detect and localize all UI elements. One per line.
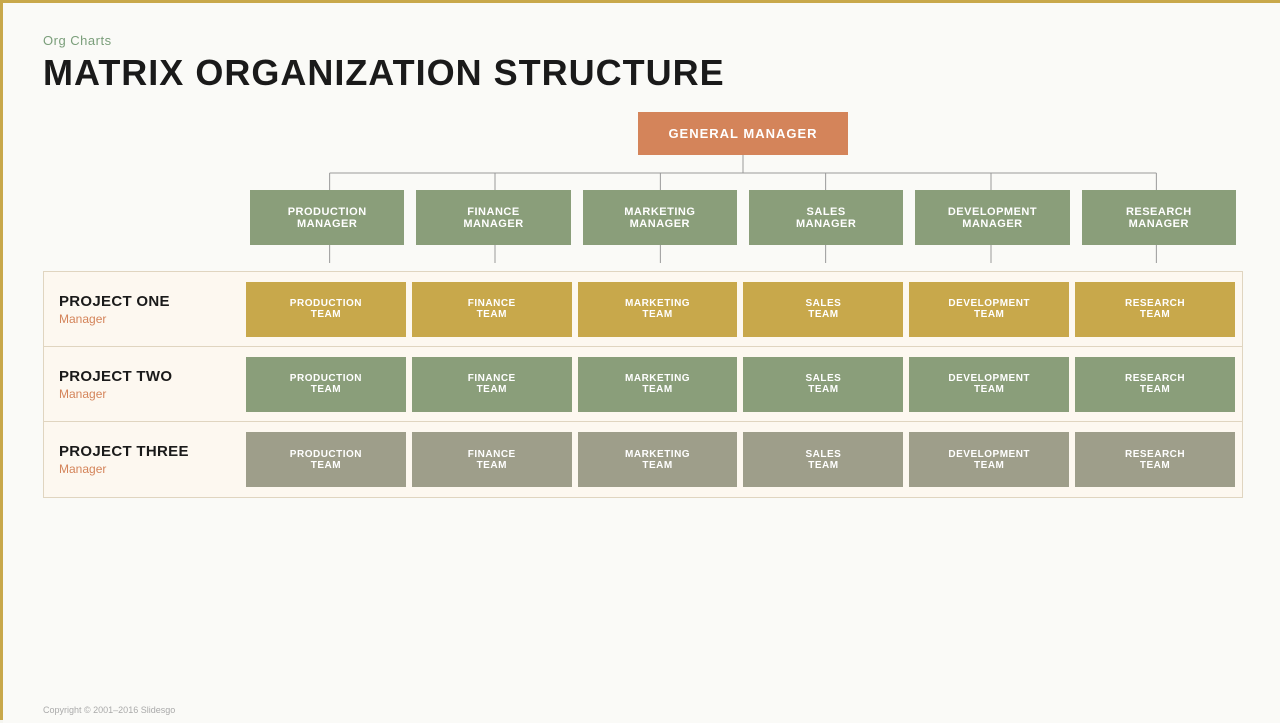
project-one-row: PROJECT ONE Manager PRODUCTIONTEAM FINAN…	[44, 272, 1242, 347]
project-three-sub: Manager	[59, 462, 224, 476]
team-p3-research: RESEARCHTEAM	[1075, 432, 1235, 487]
manager-sales: SALESMANAGER	[749, 190, 903, 245]
project-one-teams: PRODUCTIONTEAM FINANCETEAM MARKETINGTEAM…	[239, 272, 1242, 346]
subtitle: Org Charts	[43, 33, 1243, 48]
project-two-name: PROJECT TWO	[59, 368, 224, 385]
manager-production: PRODUCTIONMANAGER	[250, 190, 404, 245]
team-p1-sales: SALESTEAM	[743, 282, 903, 337]
team-p2-marketing: MARKETINGTEAM	[578, 357, 738, 412]
team-p1-development: DEVELOPMENTTEAM	[909, 282, 1069, 337]
manager-marketing: MARKETINGMANAGER	[583, 190, 737, 245]
team-p2-production: PRODUCTIONTEAM	[246, 357, 406, 412]
project-one-sub: Manager	[59, 312, 224, 326]
project-three-teams: PRODUCTIONTEAM FINANCETEAM MARKETINGTEAM…	[239, 422, 1242, 497]
project-three-name: PROJECT THREE	[59, 443, 224, 460]
gm-label: GENERAL MANAGER	[668, 126, 817, 141]
team-p1-production: PRODUCTIONTEAM	[246, 282, 406, 337]
project-one-name: PROJECT ONE	[59, 293, 224, 310]
matrix-container: PROJECT ONE Manager PRODUCTIONTEAM FINAN…	[43, 271, 1243, 498]
page: Org Charts MATRIX ORGANIZATION STRUCTURE…	[3, 3, 1280, 723]
team-p2-finance: FINANCETEAM	[412, 357, 572, 412]
managers-row: PRODUCTIONMANAGER FINANCEMANAGER MARKETI…	[43, 190, 1243, 245]
manager-connector-svg	[247, 245, 1239, 263]
team-p2-research: RESEARCHTEAM	[1075, 357, 1235, 412]
org-chart: GENERAL MANAGER P	[43, 112, 1243, 498]
project-two-cell: PROJECT TWO Manager	[44, 347, 239, 421]
project-three-row: PROJECT THREE Manager PRODUCTIONTEAM FIN…	[44, 422, 1242, 497]
manager-research: RESEARCHMANAGER	[1082, 190, 1236, 245]
team-p3-sales: SALESTEAM	[743, 432, 903, 487]
team-p3-marketing: MARKETINGTEAM	[578, 432, 738, 487]
project-two-teams: PRODUCTIONTEAM FINANCETEAM MARKETINGTEAM…	[239, 347, 1242, 421]
gm-box: GENERAL MANAGER	[638, 112, 847, 155]
team-p2-sales: SALESTEAM	[743, 357, 903, 412]
manager-development: DEVELOPMENTMANAGER	[915, 190, 1069, 245]
main-title: MATRIX ORGANIZATION STRUCTURE	[43, 52, 1243, 94]
project-one-cell: PROJECT ONE Manager	[44, 272, 239, 346]
team-p1-finance: FINANCETEAM	[412, 282, 572, 337]
team-p1-marketing: MARKETINGTEAM	[578, 282, 738, 337]
team-p3-finance: FINANCETEAM	[412, 432, 572, 487]
managers-flex: PRODUCTIONMANAGER FINANCEMANAGER MARKETI…	[243, 190, 1243, 245]
project-two-row: PROJECT TWO Manager PRODUCTIONTEAM FINAN…	[44, 347, 1242, 422]
project-three-cell: PROJECT THREE Manager	[44, 422, 239, 497]
team-p3-production: PRODUCTIONTEAM	[246, 432, 406, 487]
team-p3-development: DEVELOPMENTTEAM	[909, 432, 1069, 487]
project-two-sub: Manager	[59, 387, 224, 401]
team-p2-development: DEVELOPMENTTEAM	[909, 357, 1069, 412]
manager-finance: FINANCEMANAGER	[416, 190, 570, 245]
team-p1-research: RESEARCHTEAM	[1075, 282, 1235, 337]
connector-svg	[247, 155, 1239, 190]
footer: Copyright © 2001–2016 Slidesgo	[43, 705, 175, 715]
